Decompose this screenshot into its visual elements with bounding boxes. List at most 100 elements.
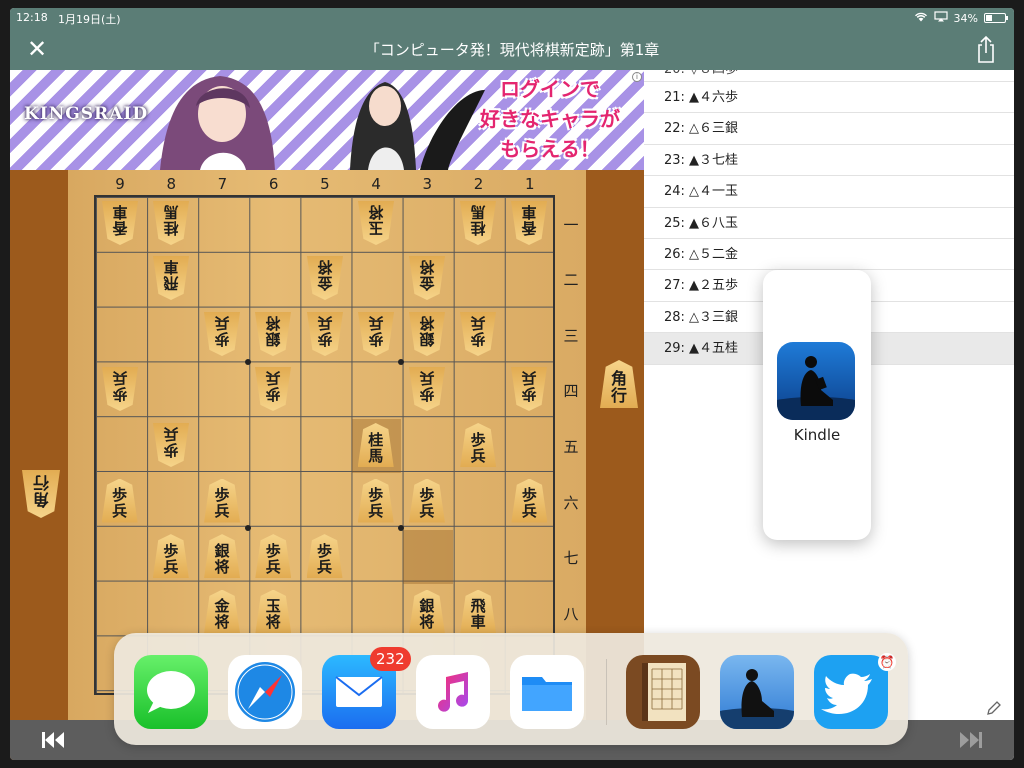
move-row[interactable]: 21: ▲４六歩: [644, 82, 1014, 114]
piece-char: 車: [521, 203, 537, 222]
shogi-piece[interactable]: 歩兵: [306, 534, 343, 579]
piece-char: 車: [112, 203, 128, 222]
safari-icon[interactable]: [228, 655, 302, 729]
ad-logo: KINGSRAID: [24, 104, 149, 124]
last-move-button[interactable]: [958, 730, 984, 750]
piece-char: 兵: [163, 425, 179, 444]
pencil-icon[interactable]: [986, 700, 1002, 716]
piece-char: 歩: [368, 486, 384, 505]
piece-char: 歩: [214, 486, 230, 505]
gote-hand-piece[interactable]: 角行: [22, 470, 60, 518]
piece-char: 桂: [163, 219, 179, 238]
shogi-piece[interactable]: 玉将: [255, 589, 292, 634]
move-row[interactable]: 23: ▲３七桂: [644, 145, 1014, 177]
piece-char: 金: [317, 274, 333, 293]
file-label: 8: [166, 175, 176, 193]
status-right-group: 34%: [914, 11, 1008, 25]
piece-char: 角: [33, 490, 50, 509]
files-icon[interactable]: [510, 655, 584, 729]
shogi-piece[interactable]: 銀将: [409, 312, 445, 356]
sente-hand-piece[interactable]: 角行: [600, 360, 638, 408]
piece-char: 角: [610, 369, 627, 388]
piece-char: 歩: [368, 330, 384, 349]
piece-char: 歩: [419, 486, 435, 505]
piece-char: 馬: [470, 203, 486, 222]
piece-char: 銀: [214, 541, 230, 560]
piece-char: 将: [419, 314, 435, 333]
piece-char: 兵: [214, 502, 230, 521]
piece-char: 歩: [112, 486, 128, 505]
piece-char: 桂: [470, 219, 486, 238]
ad-copy-line1: ログインで: [500, 77, 600, 101]
share-button[interactable]: [974, 34, 998, 64]
piece-char: 兵: [419, 369, 435, 388]
ad-copy-line3: もらえる！: [500, 137, 600, 161]
kindle-dock-icon[interactable]: [720, 655, 794, 729]
piece-char: 銀: [419, 597, 435, 616]
kindle-icon[interactable]: [777, 342, 855, 420]
rank-label: 三: [563, 326, 579, 345]
piece-char: 馬: [163, 203, 179, 222]
twitter-icon[interactable]: [814, 655, 888, 729]
file-label: 7: [217, 175, 228, 193]
move-row-partial[interactable]: 20: ▽８四歩: [644, 70, 1014, 82]
shogi-piece[interactable]: 歩兵: [460, 423, 497, 467]
battery-percent: 34%: [953, 11, 978, 25]
ad-copy: ログインで 好きなキャラが もらえる！: [480, 74, 620, 164]
battery-icon: [984, 13, 1008, 23]
ad-info-icon[interactable]: i: [632, 72, 642, 82]
move-row[interactable]: 22: △６三銀: [644, 113, 1014, 145]
move-row[interactable]: 26: △５二金: [644, 239, 1014, 271]
piece-char: 兵: [112, 502, 128, 521]
shogi-piece[interactable]: 銀将: [408, 589, 445, 634]
piece-char: 銀: [419, 330, 435, 349]
ad-banner[interactable]: KINGSRAID ログインで 好きなキャラが もらえる！ i: [10, 70, 644, 170]
shogi-app-icon[interactable]: [626, 655, 700, 729]
piece-char: 歩: [419, 385, 435, 404]
highlight-square: [403, 530, 453, 584]
ipad-screen: 12:18 1月19日(土) 34% ✕ 「コンピュータ発！現代将棋新定跡」第1…: [10, 8, 1014, 760]
nav-bar: ✕ 「コンピュータ発！現代将棋新定跡」第1章: [10, 28, 1014, 70]
shogi-piece[interactable]: 歩兵: [357, 478, 394, 523]
shogi-piece[interactable]: 歩兵: [204, 478, 241, 523]
rank-label: 八: [563, 604, 579, 623]
shogi-piece[interactable]: 歩兵: [101, 478, 138, 523]
piece-char: 兵: [214, 314, 230, 333]
shogi-piece[interactable]: 歩兵: [408, 478, 445, 523]
piece-char: 兵: [316, 557, 332, 576]
shogi-piece[interactable]: 飛車: [460, 589, 497, 634]
dock-divider: [606, 659, 607, 725]
messages-icon[interactable]: [134, 655, 208, 729]
rank-label: 四: [563, 382, 579, 401]
piece-char: 兵: [163, 557, 179, 576]
shogi-piece[interactable]: 金将: [204, 589, 241, 634]
piece-char: 飛: [163, 274, 179, 293]
piece-char: 飛: [470, 597, 486, 616]
piece-char: 兵: [470, 446, 486, 465]
piece-char: 将: [265, 314, 281, 333]
first-move-button[interactable]: [40, 730, 66, 750]
piece-char: 兵: [265, 369, 281, 388]
piece-char: 兵: [265, 557, 281, 576]
shogi-piece[interactable]: 桂馬: [357, 423, 394, 467]
wifi-icon: [914, 12, 928, 25]
piece-char: 香: [112, 219, 128, 238]
kindle-label: Kindle: [793, 426, 841, 444]
shogi-piece[interactable]: 歩兵: [152, 534, 189, 579]
kindle-slideover[interactable]: Kindle: [763, 270, 871, 540]
move-row[interactable]: 25: ▲６八玉: [644, 208, 1014, 239]
piece-char: 歩: [163, 541, 179, 560]
status-time: 12:18: [16, 11, 48, 24]
piece-char: 歩: [112, 385, 128, 404]
share-icon: [978, 35, 994, 63]
piece-char: 玉: [368, 219, 384, 238]
music-icon[interactable]: [416, 655, 490, 729]
shogi-piece[interactable]: 歩兵: [511, 478, 548, 523]
shogi-piece[interactable]: 銀将: [204, 534, 241, 579]
alarm-clock-icon: ⏰: [878, 653, 896, 671]
move-row[interactable]: 24: △４一玉: [644, 176, 1014, 208]
shogi-piece[interactable]: 歩兵: [204, 312, 240, 356]
piece-char: 歩: [163, 441, 179, 460]
shogi-piece[interactable]: 歩兵: [255, 534, 292, 579]
piece-char: 歩: [316, 541, 332, 560]
